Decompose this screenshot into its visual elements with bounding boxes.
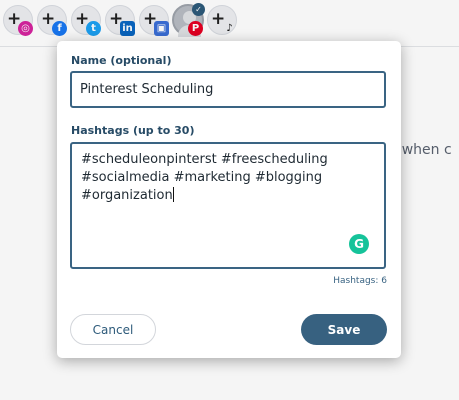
hashtags-textarea[interactable]: #scheduleonpinterst #freescheduling #soc… [70,142,386,269]
text-cursor [172,187,174,202]
grammarly-icon[interactable]: G [349,234,369,254]
hashtag-count: Hashtags: 6 [333,276,387,286]
hashtags-label: Hashtags (up to 30) [71,124,195,137]
hashtags-text: #scheduleonpinterst #freescheduling #soc… [81,151,371,205]
hashtag-group-dialog: Name (optional) Hashtags (up to 30) #sch… [57,41,401,358]
name-input[interactable] [70,71,386,108]
name-label: Name (optional) [71,54,172,67]
save-button[interactable]: Save [301,314,387,345]
hashtags-value: #scheduleonpinterst #freescheduling #soc… [81,152,328,203]
cancel-button[interactable]: Cancel [70,314,156,345]
